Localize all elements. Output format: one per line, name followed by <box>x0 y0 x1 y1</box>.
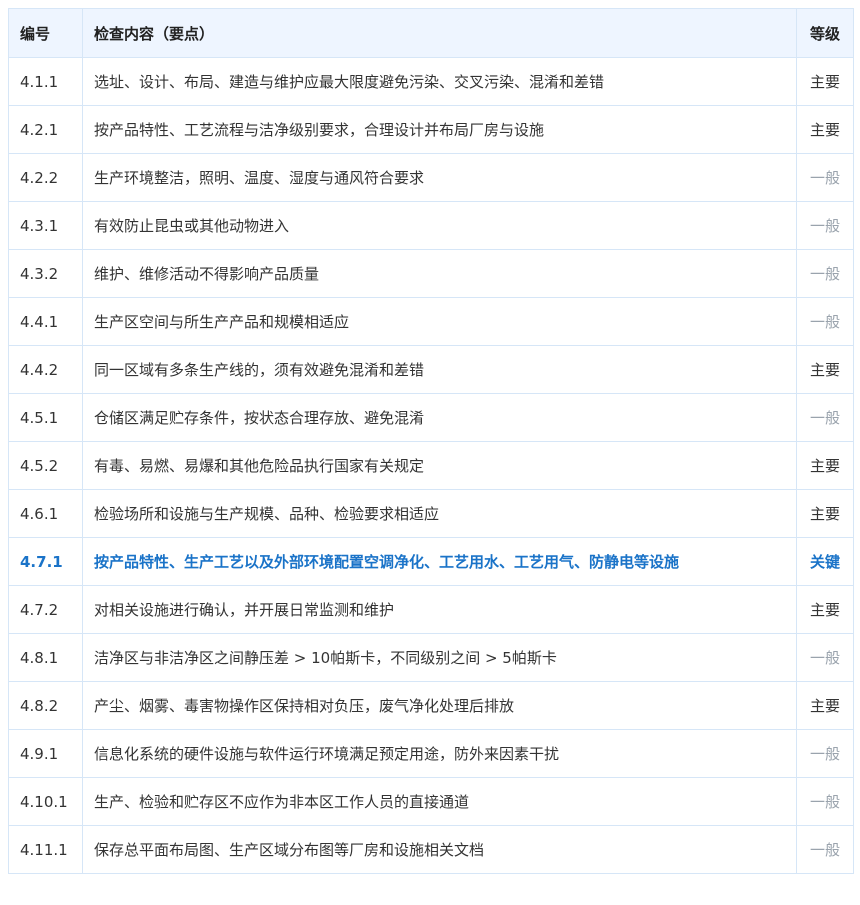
table-row: 4.8.1 洁净区与非洁净区之间静压差 > 10帕斯卡，不同级别之间 > 5帕斯卡… <box>8 633 854 682</box>
table-row: 4.8.2 产尘、烟雾、毒害物操作区保持相对负压，废气净化处理后排放 主要 <box>8 681 854 730</box>
row-content: 生产、检验和贮存区不应作为非本区工作人员的直接通道 <box>82 777 797 826</box>
row-id: 4.5.1 <box>8 393 83 442</box>
row-level: 一般 <box>796 393 854 442</box>
header-level: 等级 <box>796 8 854 58</box>
table-row: 4.10.1 生产、检验和贮存区不应作为非本区工作人员的直接通道 一般 <box>8 777 854 826</box>
row-id: 4.2.2 <box>8 153 83 202</box>
table-row: 4.5.2 有毒、易燃、易爆和其他危险品执行国家有关规定 主要 <box>8 441 854 490</box>
row-content: 保存总平面布局图、生产区域分布图等厂房和设施相关文档 <box>82 825 797 874</box>
row-content: 生产环境整洁，照明、温度、湿度与通风符合要求 <box>82 153 797 202</box>
table-row: 4.6.1 检验场所和设施与生产规模、品种、检验要求相适应 主要 <box>8 489 854 538</box>
row-id: 4.8.1 <box>8 633 83 682</box>
table-row: 4.4.1 生产区空间与所生产产品和规模相适应 一般 <box>8 297 854 346</box>
row-level: 主要 <box>796 681 854 730</box>
row-id: 4.9.1 <box>8 729 83 778</box>
table-row: 4.2.2 生产环境整洁，照明、温度、湿度与通风符合要求 一般 <box>8 153 854 202</box>
table-header: 编号 检查内容（要点） 等级 <box>8 8 854 58</box>
row-level: 一般 <box>796 633 854 682</box>
row-content: 生产区空间与所生产产品和规模相适应 <box>82 297 797 346</box>
table-row: 4.3.2 维护、维修活动不得影响产品质量 一般 <box>8 249 854 298</box>
inspection-table-container: 编号 检查内容（要点） 等级 4.1.1 选址、设计、布局、建造与维护应最大限度避… <box>8 8 854 874</box>
row-level: 一般 <box>796 153 854 202</box>
row-id: 4.10.1 <box>8 777 83 826</box>
table-body: 4.1.1 选址、设计、布局、建造与维护应最大限度避免污染、交叉污染、混淆和差错主… <box>8 57 854 874</box>
row-content: 选址、设计、布局、建造与维护应最大限度避免污染、交叉污染、混淆和差错 <box>82 57 797 106</box>
row-id: 4.2.1 <box>8 105 83 154</box>
row-content: 信息化系统的硬件设施与软件运行环境满足预定用途，防外来因素干扰 <box>82 729 797 778</box>
row-content: 仓储区满足贮存条件，按状态合理存放、避免混淆 <box>82 393 797 442</box>
table-row: 4.11.1 保存总平面布局图、生产区域分布图等厂房和设施相关文档 一般 <box>8 825 854 874</box>
table-row: 4.5.1 仓储区满足贮存条件，按状态合理存放、避免混淆 一般 <box>8 393 854 442</box>
row-content: 有毒、易燃、易爆和其他危险品执行国家有关规定 <box>82 441 797 490</box>
table-row: 4.9.1 信息化系统的硬件设施与软件运行环境满足预定用途，防外来因素干扰 一般 <box>8 729 854 778</box>
inspection-table: 编号 检查内容（要点） 等级 4.1.1 选址、设计、布局、建造与维护应最大限度避… <box>8 8 854 874</box>
row-level: 一般 <box>796 729 854 778</box>
row-id: 4.6.1 <box>8 489 83 538</box>
row-id: 4.4.1 <box>8 297 83 346</box>
row-level: 一般 <box>796 777 854 826</box>
row-level: 主要 <box>796 489 854 538</box>
table-row: 4.7.2 对相关设施进行确认，并开展日常监测和维护 主要 <box>8 585 854 634</box>
row-level: 关键 <box>796 537 854 586</box>
row-content: 产尘、烟雾、毒害物操作区保持相对负压，废气净化处理后排放 <box>82 681 797 730</box>
table-row: 4.3.1 有效防止昆虫或其他动物进入 一般 <box>8 201 854 250</box>
table-row: 4.2.1 按产品特性、工艺流程与洁净级别要求，合理设计并布局厂房与设施 主要 <box>8 105 854 154</box>
row-id: 4.11.1 <box>8 825 83 874</box>
row-id: 4.8.2 <box>8 681 83 730</box>
row-content: 洁净区与非洁净区之间静压差 > 10帕斯卡，不同级别之间 > 5帕斯卡 <box>82 633 797 682</box>
row-content: 有效防止昆虫或其他动物进入 <box>82 201 797 250</box>
row-content: 检验场所和设施与生产规模、品种、检验要求相适应 <box>82 489 797 538</box>
row-content: 维护、维修活动不得影响产品质量 <box>82 249 797 298</box>
row-level: 主要 <box>796 57 854 106</box>
row-level: 主要 <box>796 105 854 154</box>
row-level: 主要 <box>796 345 854 394</box>
row-content: 对相关设施进行确认，并开展日常监测和维护 <box>82 585 797 634</box>
row-id: 4.3.1 <box>8 201 83 250</box>
row-id: 4.7.1 <box>8 537 83 586</box>
row-level: 主要 <box>796 441 854 490</box>
table-row: 4.1.1 选址、设计、布局、建造与维护应最大限度避免污染、交叉污染、混淆和差错主… <box>8 57 854 106</box>
row-level: 主要 <box>796 585 854 634</box>
table-row: 4.4.2 同一区域有多条生产线的，须有效避免混淆和差错 主要 <box>8 345 854 394</box>
table-row: 4.7.1 按产品特性、生产工艺以及外部环境配置空调净化、工艺用水、工艺用气、防静… <box>8 537 854 586</box>
row-content: 按产品特性、工艺流程与洁净级别要求，合理设计并布局厂房与设施 <box>82 105 797 154</box>
header-content: 检查内容（要点） <box>82 8 797 58</box>
row-level: 一般 <box>796 201 854 250</box>
row-id: 4.5.2 <box>8 441 83 490</box>
header-id: 编号 <box>8 8 83 58</box>
row-level: 一般 <box>796 825 854 874</box>
row-content: 同一区域有多条生产线的，须有效避免混淆和差错 <box>82 345 797 394</box>
header-row: 编号 检查内容（要点） 等级 <box>8 8 854 58</box>
row-id: 4.7.2 <box>8 585 83 634</box>
row-content: 按产品特性、生产工艺以及外部环境配置空调净化、工艺用水、工艺用气、防静电等设施 <box>82 537 797 586</box>
row-id: 4.1.1 <box>8 57 83 106</box>
row-id: 4.4.2 <box>8 345 83 394</box>
row-id: 4.3.2 <box>8 249 83 298</box>
row-level: 一般 <box>796 249 854 298</box>
row-level: 一般 <box>796 297 854 346</box>
